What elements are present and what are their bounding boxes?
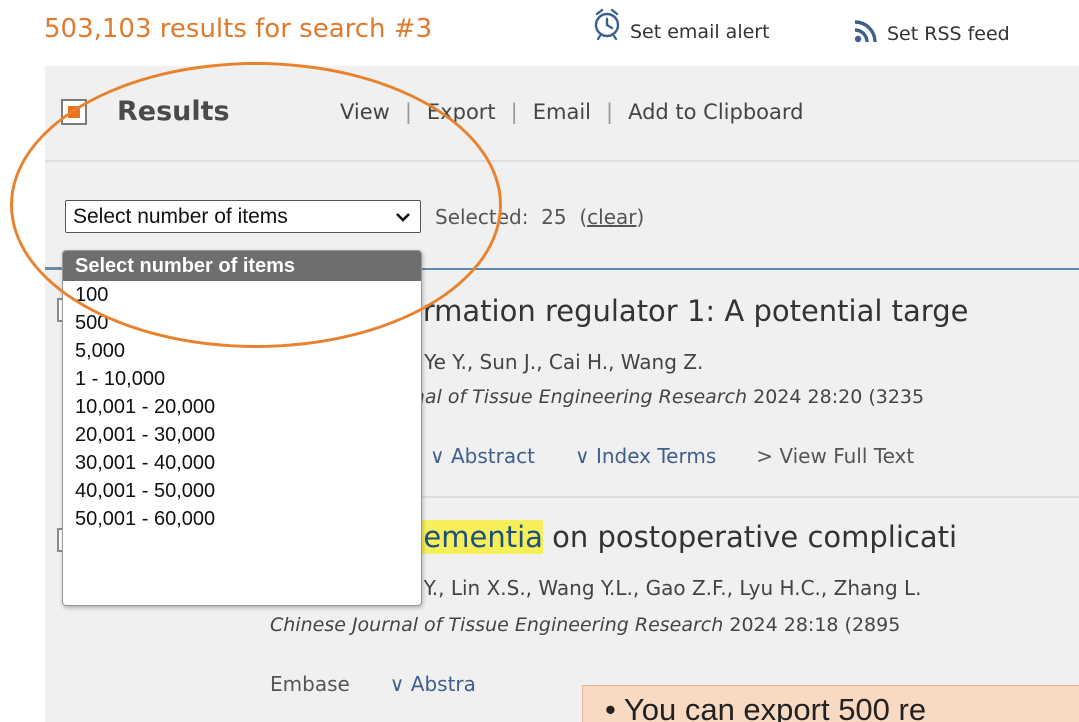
clear-selection-link[interactable]: clear	[587, 205, 636, 229]
abstract-toggle[interactable]: ∨ Abstract	[430, 444, 535, 468]
results-count: 503,103 results for search #3	[44, 14, 433, 44]
set-email-alert-link[interactable]: Set email alert	[592, 6, 770, 45]
results-header: 503,103 results for search #3 Set email …	[0, 0, 1079, 62]
journal-name: rnal of Tissue Engineering Research	[405, 386, 748, 408]
set-rss-feed-link[interactable]: Set RSS feed	[853, 18, 1010, 49]
action-separator: |	[606, 100, 614, 124]
record-journal: Chinese Journal of Tissue Engineering Re…	[270, 614, 900, 636]
journal-meta: 2024 28:20 (3235	[747, 386, 925, 408]
record-authors: ., Ye Y., Sun J., Cai H., Wang Z.	[405, 350, 704, 374]
index-terms-toggle[interactable]: ∨ Index Terms	[575, 444, 716, 468]
selected-count: 25	[541, 204, 567, 229]
dropdown-option[interactable]: 30,001 - 40,000	[63, 449, 421, 477]
set-rss-feed-label: Set RSS feed	[887, 22, 1010, 45]
callout-text: • You can export 500 re	[605, 692, 927, 722]
email-button[interactable]: Email	[533, 100, 591, 124]
set-email-alert-label: Set email alert	[630, 20, 770, 43]
rss-icon	[853, 18, 879, 49]
callout-note: • You can export 500 re	[582, 685, 1079, 722]
add-to-clipboard-button[interactable]: Add to Clipboard	[628, 100, 803, 124]
journal-meta: 2024 28:18 (2895	[723, 614, 901, 636]
abstract-toggle[interactable]: ∨ Abstra	[390, 672, 476, 696]
record-source: Embase	[270, 672, 350, 696]
record-title-text: on postoperative complicati	[542, 520, 958, 554]
record-title[interactable]: ormation regulator 1: A potential targe	[405, 294, 968, 328]
journal-name: Chinese Journal of Tissue Engineering Re…	[270, 614, 724, 636]
record-journal: rnal of Tissue Engineering Research 2024…	[405, 386, 924, 408]
record-authors: o Y., Lin X.S., Wang Y.L., Gao Z.F., Lyu…	[405, 576, 922, 600]
record-links: ∨ Abstract ∨ Index Terms > View Full Tex…	[430, 444, 914, 468]
record-separator	[420, 496, 1079, 498]
view-full-text-link[interactable]: > View Full Text	[756, 444, 914, 468]
dropdown-option[interactable]: 20,001 - 30,000	[63, 421, 421, 449]
dropdown-option[interactable]: 1 - 10,000	[63, 365, 421, 393]
alarm-clock-icon	[592, 6, 622, 45]
dropdown-option[interactable]: 10,001 - 20,000	[63, 393, 421, 421]
dropdown-option[interactable]: 50,001 - 60,000	[63, 505, 421, 533]
dropdown-option[interactable]: 40,001 - 50,000	[63, 477, 421, 505]
record-title[interactable]: dementia on postoperative complicati	[405, 520, 957, 554]
record-title-text: ormation regulator 1: A potential targe	[405, 294, 969, 328]
clear-close-paren: )	[636, 204, 645, 229]
action-separator: |	[510, 100, 518, 124]
search-term-highlight: dementia	[405, 520, 543, 554]
clear-open-paren: (	[579, 204, 588, 229]
record-links: Embase ∨ Abstra	[270, 672, 476, 696]
annotation-ellipse	[10, 62, 502, 348]
